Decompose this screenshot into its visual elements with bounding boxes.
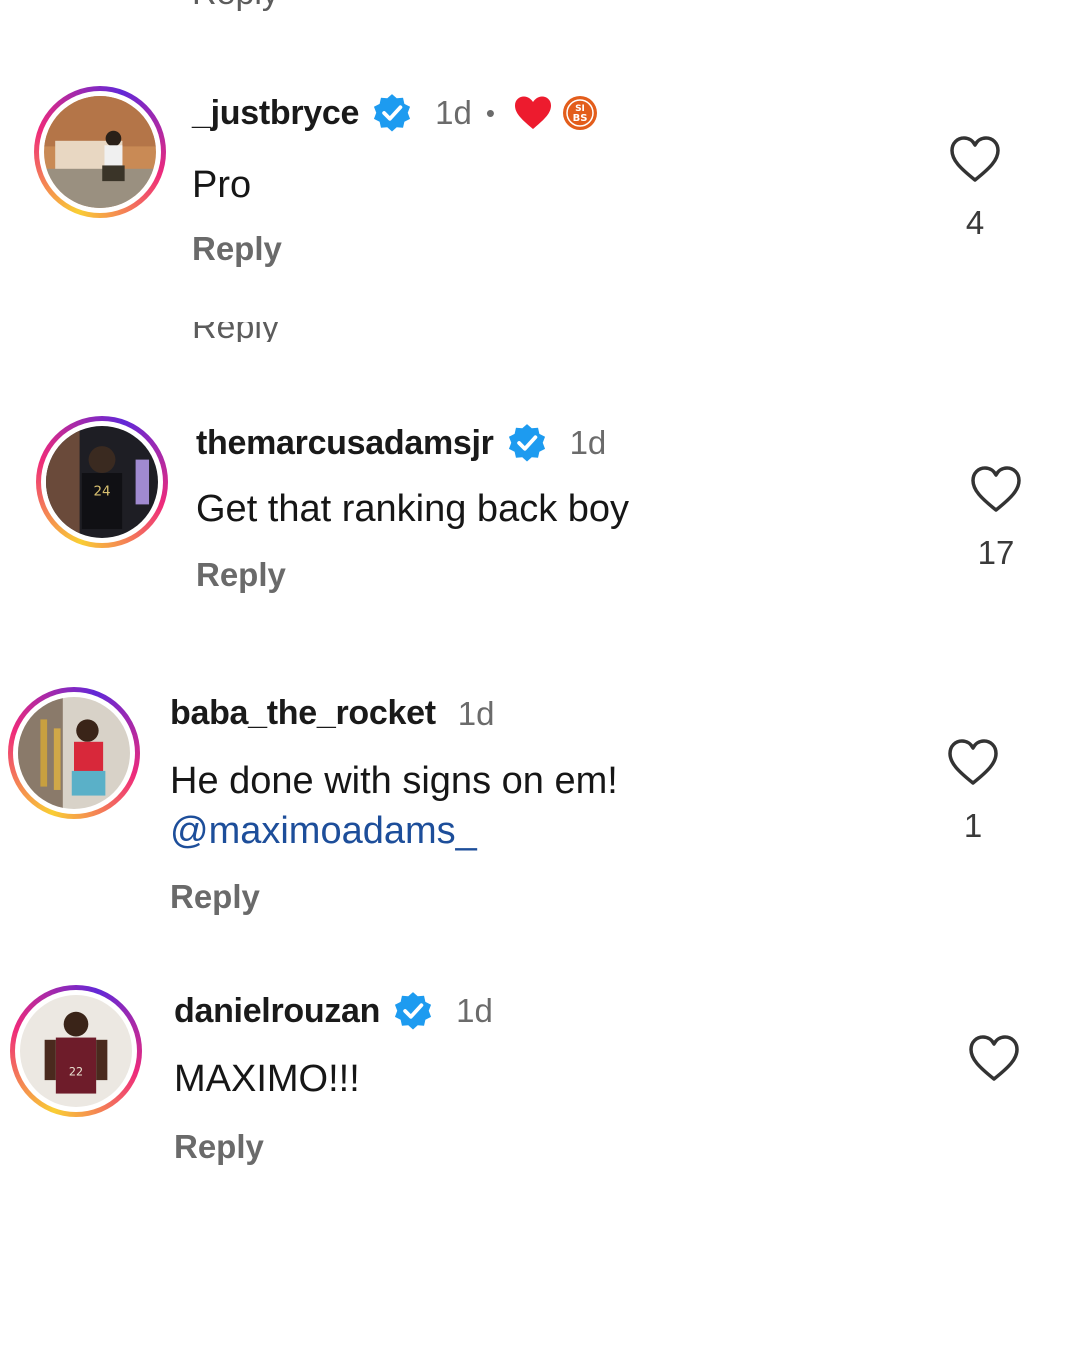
avatar-photo bbox=[44, 96, 156, 208]
like-count: 4 bbox=[965, 204, 985, 241]
verified-badge-icon bbox=[395, 992, 432, 1030]
verified-badge-icon bbox=[374, 94, 411, 132]
comment-username[interactable]: _justbryce bbox=[192, 94, 359, 133]
svg-text:24: 24 bbox=[93, 484, 110, 499]
comment-text-body: He done with signs on em! bbox=[170, 760, 618, 802]
reply-button[interactable]: Reply bbox=[196, 556, 286, 594]
avatar[interactable]: 22 bbox=[10, 985, 142, 1117]
svg-text:22: 22 bbox=[69, 1066, 83, 1079]
avatar-photo: 24 bbox=[46, 426, 158, 538]
avatar[interactable]: 24 bbox=[36, 416, 168, 548]
comment-text: Pro bbox=[192, 164, 252, 206]
comment-text: MAXIMO!!! bbox=[174, 1058, 360, 1100]
avatar-photo bbox=[18, 697, 130, 809]
comment-text: He done with signs on em! @maximoadams_ bbox=[170, 756, 618, 856]
separator-dot: • bbox=[485, 97, 495, 128]
reply-button[interactable]: Reply bbox=[170, 878, 260, 916]
like-button[interactable]: 17 bbox=[951, 464, 1041, 572]
reply-button[interactable]: Reply bbox=[192, 230, 282, 268]
avatar[interactable] bbox=[8, 687, 140, 819]
avatar-photo: 22 bbox=[20, 995, 132, 1107]
like-button[interactable] bbox=[949, 1033, 1039, 1103]
svg-text:BS: BS bbox=[573, 113, 588, 124]
like-button[interactable]: 1 bbox=[928, 737, 1018, 845]
cut-off-reply-link[interactable]: Reply bbox=[192, 322, 279, 342]
avatar[interactable] bbox=[34, 86, 166, 218]
like-count: 1 bbox=[963, 807, 983, 844]
like-button[interactable]: 4 bbox=[930, 134, 1020, 242]
like-count: 17 bbox=[977, 534, 1015, 571]
comment-username[interactable]: themarcusadamsjr bbox=[196, 424, 494, 463]
heart-outline-icon[interactable] bbox=[948, 134, 1002, 184]
heart-outline-icon[interactable] bbox=[946, 737, 1000, 787]
cut-off-reply-link[interactable]: Reply bbox=[192, 0, 279, 14]
comment-username[interactable]: baba_the_rocket bbox=[170, 694, 436, 733]
creator-reaction: SI BS bbox=[513, 94, 599, 132]
mention-link[interactable]: @maximoadams_ bbox=[170, 810, 477, 852]
heart-icon bbox=[514, 96, 551, 129]
comment-time: 1d bbox=[435, 94, 472, 131]
comment-time: 1d bbox=[569, 424, 607, 461]
verified-badge-icon bbox=[508, 424, 545, 462]
comment-time: 1d bbox=[457, 694, 495, 732]
comment-text: Get that ranking back boy bbox=[196, 488, 630, 530]
comment-username[interactable]: danielrouzan bbox=[174, 992, 380, 1031]
comment-time: 1d bbox=[456, 992, 493, 1029]
heart-outline-icon[interactable] bbox=[967, 1033, 1021, 1083]
sticker-badge-icon: SI BS bbox=[562, 96, 597, 130]
reply-button[interactable]: Reply bbox=[174, 1128, 264, 1166]
heart-outline-icon[interactable] bbox=[969, 464, 1023, 514]
